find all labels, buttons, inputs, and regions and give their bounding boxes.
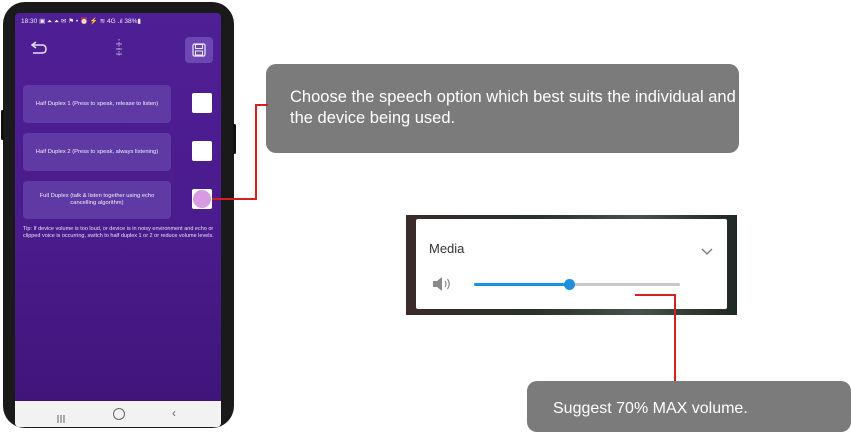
leader-line-1a bbox=[255, 104, 268, 106]
speech-option-callout: Choose the speech option which best suit… bbox=[266, 64, 739, 153]
volume-callout: Suggest 70% MAX volume. bbox=[527, 381, 851, 432]
volume-slider-fill bbox=[474, 283, 569, 286]
status-bar: 18:30 ▣ ⏶ ⏶ ✉ ⚑ • ⏰ ⚡ ≋ 4G .ıl 38%▮ bbox=[21, 18, 141, 25]
chevron-down-icon[interactable] bbox=[701, 243, 713, 261]
media-volume-panel: Media bbox=[406, 215, 737, 315]
option-full-duplex[interactable]: Full Duplex (talk & listen together usin… bbox=[23, 181, 171, 219]
option-half-duplex-2[interactable]: Half Duplex 2 (Press to speak, always li… bbox=[23, 133, 171, 171]
android-nav-bar: ‹ bbox=[15, 401, 221, 427]
leader-line-1c bbox=[212, 198, 257, 200]
app-screen: 18:30 ▣ ⏶ ⏶ ✉ ⚑ • ⏰ ⚡ ≋ 4G .ıl 38%▮ Half… bbox=[15, 13, 221, 427]
media-volume-card: Media bbox=[416, 219, 727, 309]
option-half-duplex-2-checkbox[interactable] bbox=[192, 141, 212, 161]
volume-slider[interactable] bbox=[474, 279, 680, 290]
selected-indicator bbox=[193, 190, 211, 208]
save-button[interactable] bbox=[185, 37, 213, 63]
save-disk-icon bbox=[192, 43, 206, 57]
power-side-button bbox=[233, 124, 236, 154]
media-label: Media bbox=[429, 241, 465, 256]
option-half-duplex-1[interactable]: Half Duplex 1 (Press to speak, release t… bbox=[23, 85, 171, 123]
phone-frame: 18:30 ▣ ⏶ ⏶ ✉ ⚑ • ⏰ ⚡ ≋ 4G .ıl 38%▮ Half… bbox=[1, 2, 236, 428]
leader-line-2a bbox=[635, 294, 675, 296]
nav-back-icon[interactable]: ‹ bbox=[172, 407, 176, 419]
leader-line-1b bbox=[255, 104, 257, 199]
speaker-icon[interactable] bbox=[431, 274, 453, 299]
option-full-duplex-checkbox[interactable] bbox=[192, 189, 212, 209]
volume-bars-icon bbox=[111, 36, 127, 60]
volume-side-button bbox=[1, 110, 4, 140]
leader-line-2b bbox=[674, 294, 676, 381]
recent-apps-icon[interactable] bbox=[57, 410, 65, 427]
option-half-duplex-1-checkbox[interactable] bbox=[192, 93, 212, 113]
toolbar bbox=[15, 31, 221, 67]
back-arrow-icon[interactable] bbox=[27, 39, 49, 59]
home-icon[interactable] bbox=[113, 408, 125, 420]
tip-text: Tip: If device volume is too loud, or de… bbox=[23, 226, 214, 239]
volume-slider-thumb[interactable] bbox=[563, 279, 575, 290]
